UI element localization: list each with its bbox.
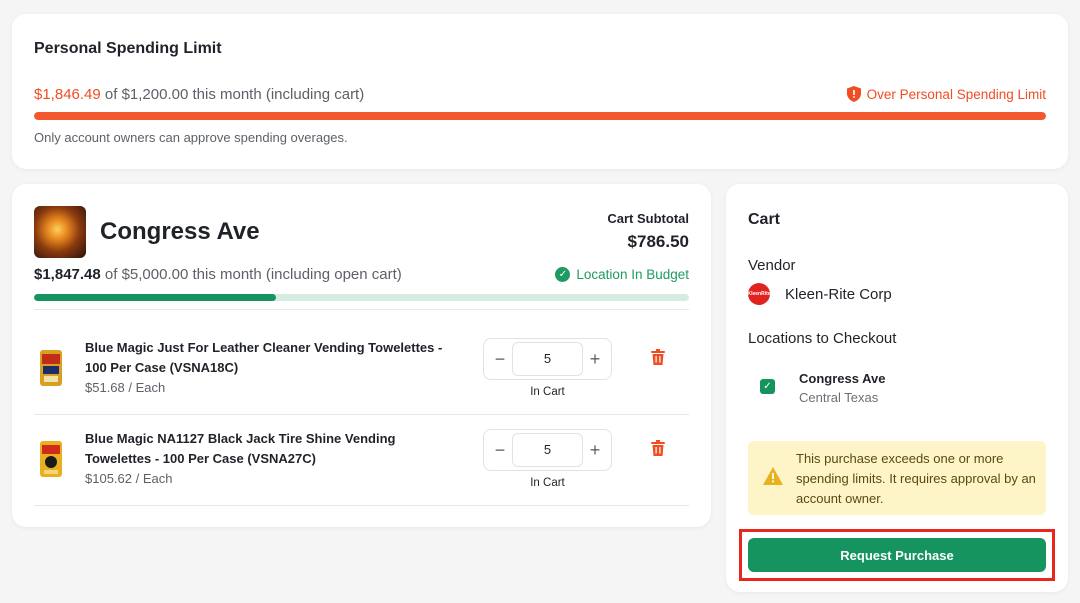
location-budget-progress-bar bbox=[34, 294, 689, 301]
product-image bbox=[40, 350, 62, 386]
quantity-stepper: − 5 + bbox=[483, 429, 612, 471]
location-card: Congress Ave Cart Subtotal $786.50 $1,84… bbox=[12, 184, 711, 527]
in-cart-label: In Cart bbox=[530, 477, 565, 489]
checkout-location-checkbox[interactable]: ✓ bbox=[760, 379, 775, 394]
decrease-quantity-button[interactable]: − bbox=[486, 430, 514, 470]
quantity-stepper: − 5 + bbox=[483, 338, 612, 380]
location-spending-amount: $1,847.48 of $5,000.00 this month (inclu… bbox=[34, 266, 402, 283]
locations-to-checkout-label: Locations to Checkout bbox=[748, 330, 897, 347]
cart-item-row: Blue Magic Just For Leather Cleaner Vend… bbox=[34, 324, 689, 414]
product-image bbox=[40, 441, 62, 477]
personal-spending-limit-card: Personal Spending Limit $1,846.49 of $1,… bbox=[12, 14, 1068, 169]
vendor-name: Kleen-Rite Corp bbox=[785, 286, 892, 303]
request-purchase-button[interactable]: Request Purchase bbox=[748, 538, 1046, 572]
checkout-location-name: Congress Ave bbox=[799, 371, 886, 386]
location-limit-text: of $5,000.00 this month (including open … bbox=[104, 266, 402, 283]
divider bbox=[34, 309, 689, 310]
in-budget-label: Location In Budget bbox=[576, 267, 689, 282]
personal-limit-text: of $1,200.00 this month (including cart) bbox=[104, 86, 365, 103]
vendor-label: Vendor bbox=[748, 257, 796, 274]
quantity-input[interactable]: 5 bbox=[512, 342, 583, 376]
increase-quantity-button[interactable]: + bbox=[581, 430, 609, 470]
cart-card: Cart Vendor KleenRite Kleen-Rite Corp Lo… bbox=[726, 184, 1068, 592]
approval-note: Only account owners can approve spending… bbox=[34, 130, 348, 145]
product-price: $51.68 / Each bbox=[85, 380, 166, 395]
product-title[interactable]: Blue Magic NA1127 Black Jack Tire Shine … bbox=[85, 429, 465, 469]
checkout-location-region: Central Texas bbox=[799, 390, 879, 405]
product-price: $105.62 / Each bbox=[85, 471, 173, 486]
cart-title: Cart bbox=[748, 211, 781, 228]
cart-subtotal-label: Cart Subtotal bbox=[607, 211, 689, 226]
trash-icon[interactable] bbox=[651, 440, 665, 456]
in-cart-label: In Cart bbox=[530, 386, 565, 398]
location-spent-value: $1,847.48 bbox=[34, 266, 101, 283]
divider bbox=[34, 505, 689, 506]
approval-warning: This purchase exceeds one or more spendi… bbox=[748, 441, 1046, 515]
over-limit-badge: Over Personal Spending Limit bbox=[846, 86, 1046, 102]
in-budget-badge: ✓ Location In Budget bbox=[555, 267, 689, 282]
personal-spending-progress-bar bbox=[34, 112, 1046, 120]
location-name: Congress Ave bbox=[100, 218, 260, 245]
decrease-quantity-button[interactable]: − bbox=[486, 339, 514, 379]
increase-quantity-button[interactable]: + bbox=[581, 339, 609, 379]
quantity-input[interactable]: 5 bbox=[512, 433, 583, 467]
personal-spending-amount: $1,846.49 of $1,200.00 this month (inclu… bbox=[34, 86, 364, 103]
warning-triangle-icon bbox=[763, 467, 783, 485]
trash-icon[interactable] bbox=[651, 349, 665, 365]
location-budget-progress-fill bbox=[34, 294, 276, 301]
cart-item-row: Blue Magic NA1127 Black Jack Tire Shine … bbox=[34, 415, 689, 505]
shield-alert-icon bbox=[846, 86, 861, 102]
over-limit-label: Over Personal Spending Limit bbox=[866, 86, 1046, 102]
product-title[interactable]: Blue Magic Just For Leather Cleaner Vend… bbox=[85, 338, 465, 378]
cart-subtotal-value: $786.50 bbox=[627, 232, 689, 251]
personal-spending-progress-fill bbox=[34, 112, 1046, 120]
request-purchase-highlight: Request Purchase bbox=[739, 529, 1055, 581]
vendor-logo: KleenRite bbox=[747, 283, 771, 305]
approval-warning-text: This purchase exceeds one or more spendi… bbox=[796, 451, 1036, 506]
personal-spent-value: $1,846.49 bbox=[34, 86, 101, 103]
personal-spending-limit-title: Personal Spending Limit bbox=[34, 40, 222, 57]
check-circle-icon: ✓ bbox=[555, 267, 571, 282]
location-thumbnail bbox=[34, 206, 86, 258]
